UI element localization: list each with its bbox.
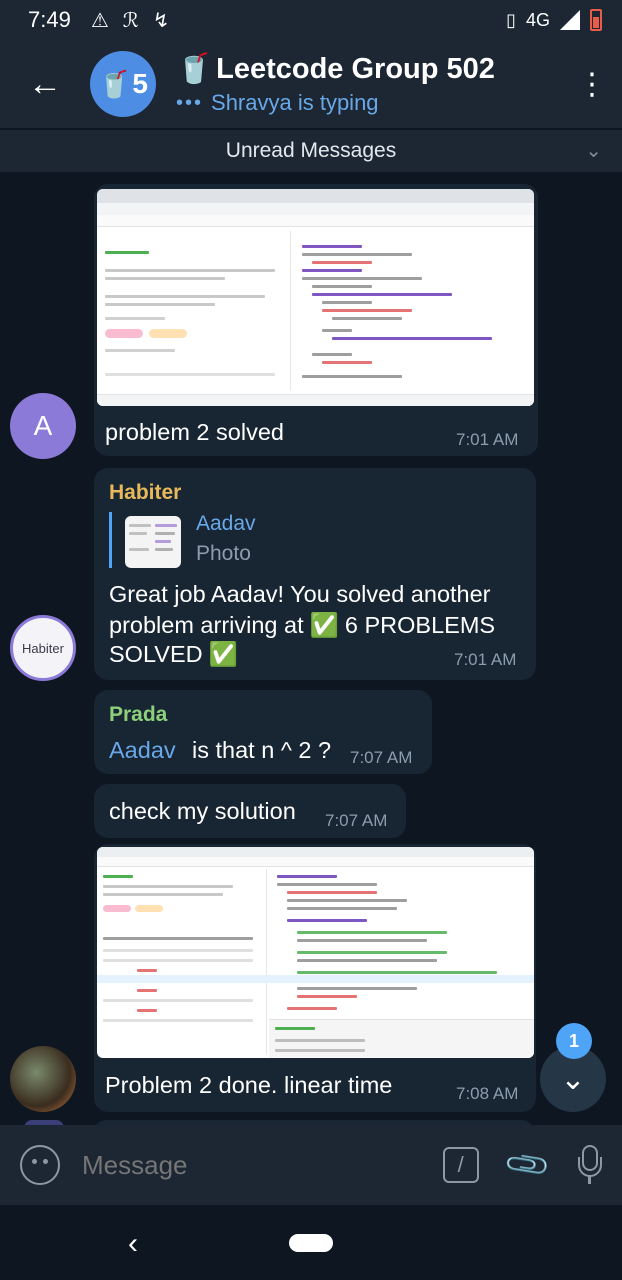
battery-icon [590,9,602,31]
message-time: 7:01 AM [456,430,519,449]
navigation-bar: ‹ [0,1205,622,1280]
microphone-icon[interactable] [578,1145,602,1185]
screenshot-image[interactable] [97,189,534,406]
bot-command-icon[interactable]: / [442,1147,479,1183]
group-avatar-count: 5 [132,68,148,99]
message-text-line3: SOLVED ✅ [109,640,238,668]
check-mark-icon: ✅ [309,612,339,638]
message-text: is that n ^ 2 ? [192,737,332,763]
message-time: 7:08 AM [456,1084,519,1103]
chevron-down-icon: ⌄ [560,1062,586,1096]
check-mark-icon: ✅ [208,641,238,667]
group-avatar[interactable]: 🥤 5 [90,51,156,117]
nav-back-icon[interactable]: ‹ [128,1227,138,1261]
r-notification-icon: ℛ [122,9,139,32]
chat-header: ← 🥤 5 🥤 Leetcode Group 502 ••• Shravya i… [0,40,622,128]
message-input[interactable] [82,1149,425,1181]
typing-text: Shravya is typing [211,90,379,115]
missed-call-icon: ↯ [152,9,170,32]
paperclip-icon[interactable]: 📎 [502,1140,553,1191]
unread-messages-banner: Unread Messages ⌄ [0,130,622,172]
reply-thumbnail[interactable] [125,516,181,568]
status-time: 7:49 [28,7,71,32]
message-time: 7:07 AM [350,748,413,767]
signal-icon [560,10,580,30]
message-text-line1: Great job Aadav! You solved another [109,581,491,607]
more-options-icon[interactable]: ⋮ [572,40,612,128]
chat-area[interactable]: problem 2 solved 7:01 AM A Habiter Aadav… [0,172,622,1125]
message-bubble[interactable]: problem 2 solved 7:01 AM [94,184,538,456]
warning-icon: ⚠ [90,9,109,32]
reply-type: Photo [196,542,251,565]
nav-home-pill[interactable] [289,1234,333,1252]
message-text: check my solution [109,798,296,824]
sender-name: Habiter [109,481,182,504]
typing-dots-icon: ••• [176,91,204,114]
emoji-icon[interactable] [20,1145,60,1185]
mention-link[interactable]: Aadav [109,737,176,764]
message-bubble[interactable]: Habiter Aadav Photo Great job Aadav! You… [94,468,536,680]
avatar[interactable]: A [10,393,76,459]
message-text-part: SOLVED [109,640,203,667]
network-type: 4G [525,9,550,30]
reply-bar [109,512,112,568]
message-text-part: problem arriving at [109,611,304,638]
avatar-label: Habiter [22,640,64,656]
cup-icon: 🥤 [98,68,131,99]
message-text: problem 2 solved [105,419,284,445]
message-bubble[interactable]: Problem 2 done. linear time 7:08 AM [94,844,536,1112]
message-time: 7:07 AM [325,811,388,830]
status-bar: 7:49 ⚠ ℛ ↯ ▯ 4G [0,0,622,40]
reply-name: Aadav [196,512,256,535]
unread-label: Unread Messages [225,139,397,162]
message-text-part: 6 PROBLEMS [344,611,496,638]
back-arrow-icon[interactable]: ← [0,40,90,128]
message-text: Problem 2 done. linear time [105,1072,393,1098]
vibrate-icon: ▯ [506,9,516,30]
group-info[interactable]: 🥤 Leetcode Group 502 ••• Shravya is typi… [176,52,572,116]
cup-emoji-icon: 🥤 [176,53,213,85]
message-bubble[interactable]: check my solution 7:07 AM [94,784,406,838]
avatar-photo[interactable] [10,1046,76,1112]
message-bubble[interactable]: Prada Aadav is that n ^ 2 ? 7:07 AM [94,690,432,774]
chevron-down-icon[interactable]: ⌄ [585,138,602,163]
message-text-line2: problem arriving at ✅ 6 PROBLEMS [109,611,495,639]
message-input-bar: / 📎 [0,1125,622,1205]
avatar[interactable]: Habiter [10,615,76,681]
avatar-initial: A [33,410,53,441]
message-time: 7:01 AM [454,650,517,669]
unread-count-badge: 1 [556,1023,592,1059]
screenshot-image[interactable] [97,847,534,1058]
group-title-text: Leetcode Group 502 [216,52,495,85]
typing-indicator: ••• Shravya is typing [176,90,572,116]
group-title: 🥤 Leetcode Group 502 [176,52,572,86]
sender-name: Prada [109,703,168,726]
